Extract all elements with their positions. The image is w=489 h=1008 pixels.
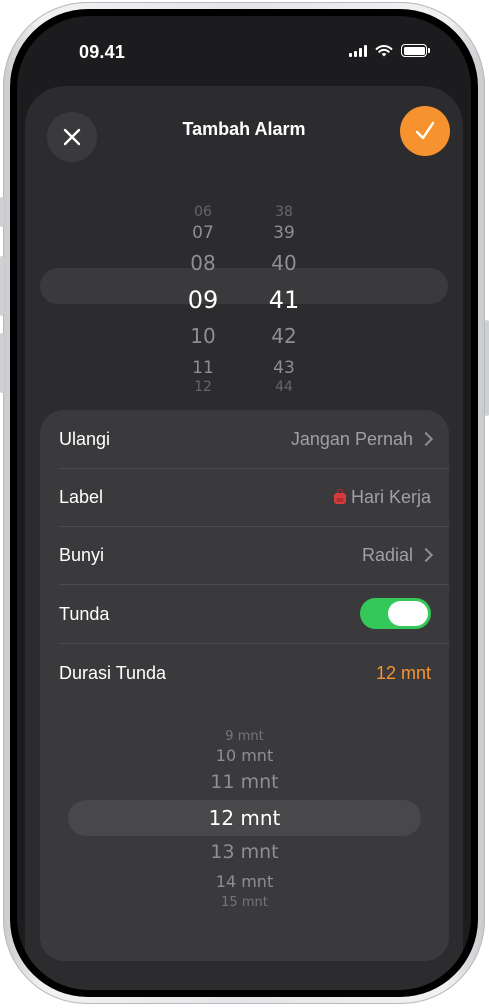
minute-option[interactable]: 38	[254, 204, 314, 220]
minute-option[interactable]: 44	[254, 379, 314, 395]
hour-option[interactable]: 07	[173, 223, 233, 243]
snooze-toggle[interactable]	[360, 598, 431, 629]
side-button	[485, 320, 489, 416]
status-bar: 09.41	[17, 16, 471, 86]
add-alarm-sheet: Tambah Alarm 06 07 08 09 10 11 12 38 39 …	[25, 86, 463, 990]
sound-value-text: Radial	[361, 545, 413, 565]
snooze-duration-row[interactable]: Durasi Tunda 12 mnt	[40, 644, 449, 702]
snooze-option[interactable]: 11 mnt	[40, 771, 449, 793]
alarm-settings-card: Ulangi Jangan Pernah Label Hari Kerja Bu…	[40, 410, 449, 961]
snooze-option[interactable]: 15 mnt	[40, 895, 449, 910]
label-label: Label	[59, 487, 104, 507]
battery-icon	[401, 44, 430, 57]
snooze-row: Tunda	[40, 585, 449, 643]
picker-selection-highlight	[40, 268, 448, 304]
action-button	[0, 197, 4, 227]
snooze-option[interactable]: 14 mnt	[40, 872, 449, 891]
sound-row[interactable]: Bunyi Radial	[40, 526, 449, 584]
sound-label: Bunyi	[59, 545, 105, 565]
snooze-option[interactable]: 10 mnt	[40, 746, 449, 765]
snooze-duration-value: 12 mnt	[375, 663, 431, 683]
label-value-text: Hari Kerja	[350, 487, 431, 507]
minute-option[interactable]: 40	[254, 251, 314, 275]
volume-down-button	[0, 333, 4, 393]
label-value: Hari Kerja	[333, 468, 431, 526]
checkmark-icon	[415, 121, 435, 140]
label-row[interactable]: Label Hari Kerja	[40, 468, 449, 526]
hour-option[interactable]: 12	[173, 379, 233, 395]
repeat-value: Jangan Pernah	[290, 410, 434, 468]
minute-option[interactable]: 43	[254, 358, 314, 378]
hour-wheel[interactable]: 06 07 08 09 10 11 12	[173, 186, 233, 395]
volume-up-button	[0, 256, 4, 316]
wifi-icon	[375, 45, 393, 57]
hour-option[interactable]: 11	[173, 358, 233, 378]
hour-option[interactable]: 06	[173, 204, 233, 220]
status-time: 09.41	[79, 42, 126, 62]
repeat-row[interactable]: Ulangi Jangan Pernah	[40, 410, 449, 468]
snooze-label: Tunda	[59, 604, 110, 624]
snooze-duration-label: Durasi Tunda	[59, 663, 167, 683]
hour-option[interactable]: 08	[173, 251, 233, 275]
toggle-knob	[388, 601, 428, 626]
snooze-option[interactable]: 13 mnt	[40, 841, 449, 863]
chevron-right-icon	[418, 547, 434, 563]
hour-option[interactable]: 10	[173, 324, 233, 348]
sound-value: Radial	[361, 526, 434, 584]
screen: 09.41 Tambah Alarm 06 07 08 09 10 11 12 …	[17, 16, 471, 990]
cellular-signal-icon	[349, 44, 367, 57]
backpack-icon	[333, 489, 346, 504]
confirm-button[interactable]	[400, 106, 450, 156]
hour-selected[interactable]: 09	[173, 286, 233, 314]
chevron-right-icon	[418, 431, 434, 447]
minute-wheel[interactable]: 38 39 40 41 42 43 44	[254, 186, 314, 395]
repeat-label: Ulangi	[59, 429, 111, 449]
snooze-duration-picker[interactable]: 9 mnt 10 mnt 11 mnt 12 mnt 13 mnt 14 mnt…	[40, 710, 449, 920]
snooze-option[interactable]: 9 mnt	[40, 729, 449, 744]
snooze-selected[interactable]: 12 mnt	[40, 806, 449, 830]
minute-selected[interactable]: 41	[254, 286, 314, 314]
status-icons	[349, 44, 430, 57]
time-picker[interactable]: 06 07 08 09 10 11 12 38 39 40 41 42 43 4…	[25, 186, 463, 395]
minute-option[interactable]: 42	[254, 324, 314, 348]
repeat-value-text: Jangan Pernah	[290, 429, 413, 449]
sheet-title: Tambah Alarm	[182, 119, 306, 139]
minute-option[interactable]: 39	[254, 223, 314, 243]
